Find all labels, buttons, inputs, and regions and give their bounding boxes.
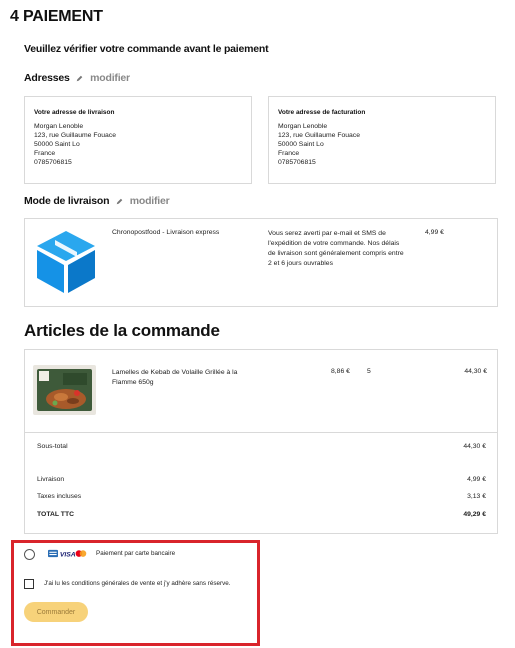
shipping-description: Vous serez averti par e-mail et SMS de l… <box>268 230 404 267</box>
address-line: 123, rue Guillaume Fouace <box>278 132 360 139</box>
address-line: 123, rue Guillaume Fouace <box>34 132 116 139</box>
modify-shipping-link[interactable]: modifier <box>130 195 170 207</box>
tax-value: 3,13 € <box>467 493 486 500</box>
delivery-address-lines: Morgan Lenoble 123, rue Guillaume Fouace… <box>34 122 116 167</box>
divider <box>25 432 497 433</box>
order-button[interactable]: Commander <box>24 602 88 622</box>
order-items-card: Lamelles de Kebab de Volaille Grillée à … <box>24 349 498 534</box>
pencil-icon[interactable] <box>76 75 83 82</box>
address-line: 50000 Saint Lo <box>34 141 80 148</box>
total-row: TOTAL TTC 49,29 € <box>37 511 486 518</box>
modify-addresses-link[interactable]: modifier <box>90 72 130 84</box>
addresses-heading: Adresses <box>24 72 70 84</box>
pencil-icon[interactable] <box>116 198 123 205</box>
visa-icon: VISA <box>60 552 76 559</box>
address-line: Morgan Lenoble <box>34 123 84 130</box>
subtotal-value: 44,30 € <box>463 443 486 450</box>
shipping-heading: Mode de livraison <box>24 195 110 207</box>
address-line: 50000 Saint Lo <box>278 141 324 148</box>
card-payment-radio[interactable] <box>24 549 35 560</box>
page-subtitle: Veuillez vérifier votre commande avant l… <box>24 43 269 55</box>
shipping-price: 4,99 € <box>425 229 444 236</box>
subtotal-row: Sous-total 44,30 € <box>37 443 486 450</box>
product-image[interactable] <box>33 365 96 415</box>
cb-card-icon <box>48 549 58 558</box>
address-line: 0785706815 <box>34 159 72 166</box>
product-name[interactable]: Lamelles de Kebab de Volaille Grillée à … <box>112 368 262 387</box>
delivery-address-card: Votre adresse de livraison Morgan Lenobl… <box>24 96 252 184</box>
address-line: 0785706815 <box>278 159 316 166</box>
open-box-icon <box>37 231 95 293</box>
address-line: Morgan Lenoble <box>278 123 328 130</box>
cgv-label[interactable]: J'ai lu les conditions générales de vent… <box>44 580 231 587</box>
product-quantity: 5 <box>367 368 371 375</box>
mastercard-icon <box>75 550 87 557</box>
shipping-cost-label: Livraison <box>37 476 65 483</box>
total-value: 49,29 € <box>463 511 486 518</box>
svg-text:VISA: VISA <box>60 552 76 559</box>
billing-address-title: Votre adresse de facturation <box>278 109 366 116</box>
shipping-method-card[interactable]: Chronopostfood - Livraison express Vous … <box>24 218 498 307</box>
tax-label: Taxes incluses <box>37 493 82 500</box>
total-label: TOTAL TTC <box>37 511 75 518</box>
carrier-name: Chronopostfood - Livraison express <box>112 229 220 236</box>
billing-address-lines: Morgan Lenoble 123, rue Guillaume Fouace… <box>278 122 360 167</box>
product-unit-price: 8,86 € <box>331 368 350 375</box>
delivery-address-title: Votre adresse de livraison <box>34 109 115 116</box>
step-title: 4 PAIEMENT <box>10 8 103 25</box>
articles-heading: Articles de la commande <box>24 321 220 340</box>
product-line-total: 44,30 € <box>464 368 487 375</box>
shipping-cost-row: Livraison 4,99 € <box>37 476 486 483</box>
cgv-checkbox[interactable] <box>24 579 34 589</box>
subtotal-label: Sous-total <box>37 443 68 450</box>
address-line: France <box>278 150 300 157</box>
card-payment-label[interactable]: Paiement par carte bancaire <box>96 550 175 557</box>
billing-address-card: Votre adresse de facturation Morgan Leno… <box>268 96 496 184</box>
shipping-heading-row: Mode de livraison modifier <box>24 195 170 207</box>
addresses-heading-row: Adresses modifier <box>24 72 130 84</box>
shipping-cost-value: 4,99 € <box>467 476 486 483</box>
address-line: France <box>34 150 56 157</box>
card-logos: VISA <box>48 549 87 559</box>
tax-row: Taxes incluses 3,13 € <box>37 493 486 500</box>
